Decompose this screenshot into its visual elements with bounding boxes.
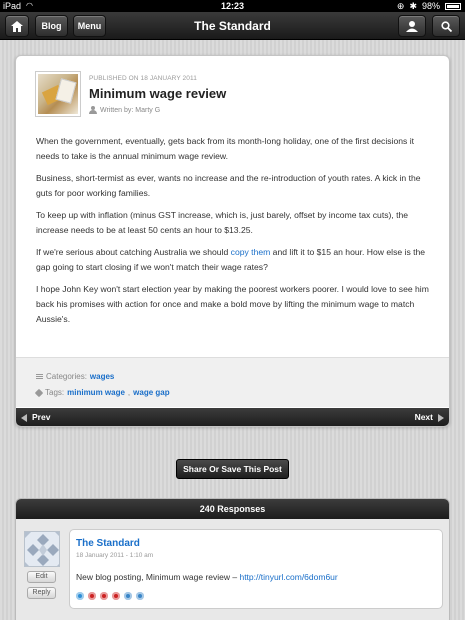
edit-button[interactable]: Edit (27, 571, 56, 583)
responses-section: 240 Responses Edit Reply The Standard 18… (15, 498, 450, 620)
categories-row: Categories: wages (36, 372, 114, 381)
byline: Written by: Marty G (89, 106, 160, 114)
site-title: The Standard (194, 19, 271, 33)
next-button[interactable]: Next (414, 408, 444, 426)
comment-card: The Standard 18 January 2011 - 1:10 am N… (69, 529, 443, 609)
status-right: ⊕ ✱ 98% (397, 0, 461, 12)
post-pager: Prev Next (16, 408, 449, 426)
post-content: When the government, eventually, gets ba… (36, 134, 431, 334)
search-icon (440, 20, 452, 32)
bluetooth-icon: ✱ (409, 1, 417, 11)
responses-header: 240 Responses (16, 499, 449, 519)
tag-link-wage-gap[interactable]: wage gap (133, 388, 169, 397)
avatar-pattern-icon (25, 532, 59, 566)
search-button[interactable] (432, 15, 460, 37)
arrow-left-icon (21, 413, 27, 422)
arrow-right-icon (438, 413, 444, 422)
user-icon (406, 20, 418, 32)
user-button[interactable] (398, 15, 426, 37)
published-date: PUBLISHED ON 18 JANUARY 2011 (89, 75, 197, 82)
post-meta: Categories: wages Tags: minimum wage, wa… (16, 357, 449, 407)
tag-link-minimum-wage[interactable]: minimum wage (67, 388, 125, 397)
tag-separator: , (127, 388, 131, 397)
paragraph: Business, short-termist as ever, wants n… (36, 173, 421, 198)
paragraph-text: If we're serious about catching Australi… (36, 247, 231, 257)
share-icon[interactable] (76, 592, 84, 600)
comment-link[interactable]: http://tinyurl.com/6dom6ur (239, 572, 337, 582)
byline-text: Written by: Marty G (100, 106, 161, 114)
navigation-bar: Blog Menu The Standard (0, 12, 465, 40)
reply-button[interactable]: Reply (27, 587, 56, 599)
status-bar: iPad ◠ 12:23 ⊕ ✱ 98% (0, 0, 465, 12)
share-save-button[interactable]: Share Or Save This Post (176, 459, 289, 479)
comment-body: New blog posting, Minimum wage review – (76, 572, 240, 582)
paragraph: I hope John Key won't start election yea… (36, 284, 429, 324)
battery-icon (445, 2, 461, 10)
tags-label: Tags: (45, 388, 65, 397)
copy-them-link[interactable]: copy them (231, 247, 271, 257)
avatar (24, 531, 60, 567)
tags-row: Tags: minimum wage, wage gap (34, 388, 170, 397)
prev-label: Prev (32, 412, 51, 422)
category-link-wages[interactable]: wages (90, 372, 114, 381)
remove-icon[interactable] (88, 592, 96, 600)
post-title[interactable]: Minimum wage review (89, 86, 226, 101)
categories-label: Categories: (46, 372, 87, 381)
flag-icon[interactable] (124, 592, 132, 600)
post-thumbnail[interactable] (35, 71, 81, 117)
delete-icon[interactable] (100, 592, 108, 600)
prev-button[interactable]: Prev (21, 408, 51, 426)
lock-rotation-icon: ⊕ (396, 1, 405, 11)
comment-actions (76, 592, 144, 600)
categories-icon (36, 374, 43, 379)
block-icon[interactable] (112, 592, 120, 600)
comment-date: 18 January 2011 - 1:10 am (76, 552, 154, 559)
paragraph: When the government, eventually, gets ba… (36, 136, 414, 161)
thumbnail-image (38, 74, 78, 114)
spam-icon[interactable] (136, 592, 144, 600)
paragraph: To keep up with inflation (minus GST inc… (36, 210, 409, 235)
tag-icon (34, 388, 44, 397)
clock: 12:23 (220, 1, 245, 11)
paragraph-with-link: If we're serious about catching Australi… (36, 245, 431, 275)
next-label: Next (414, 412, 433, 422)
post-card: PUBLISHED ON 18 JANUARY 2011 Minimum wag… (15, 55, 450, 427)
battery-percent: 98% (421, 1, 440, 11)
author-icon (89, 106, 97, 114)
comment-text: New blog posting, Minimum wage review – … (76, 572, 338, 582)
comment-author[interactable]: The Standard (76, 538, 140, 549)
